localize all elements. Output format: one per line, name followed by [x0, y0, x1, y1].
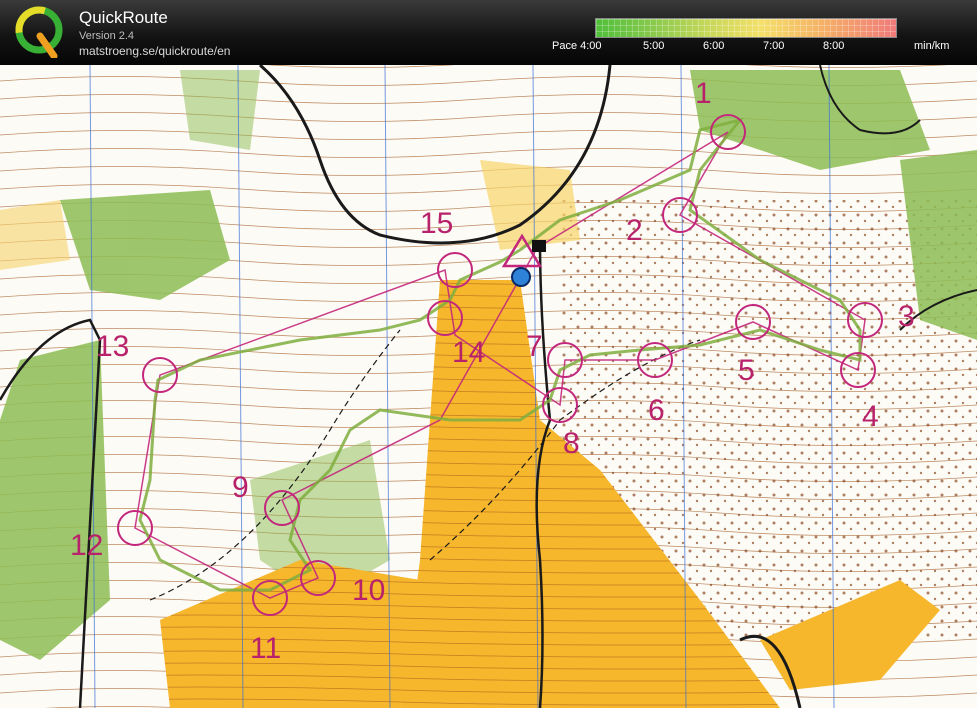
app-title: QuickRoute [79, 8, 168, 27]
control-number-5: 5 [738, 354, 755, 387]
pace-label-6: 6:00 [703, 40, 725, 52]
control-number-3: 3 [898, 300, 915, 333]
quickroute-q-logo-icon [15, 6, 63, 58]
control-number-14: 14 [452, 336, 485, 369]
pace-label-start: Pace 4:00 [552, 40, 602, 52]
control-number-7: 7 [526, 330, 543, 363]
control-number-15: 15 [420, 207, 453, 240]
control-number-9: 9 [232, 471, 249, 504]
control-number-13: 13 [96, 330, 129, 363]
app-version: Version 2.4 [79, 30, 135, 42]
control-number-1: 1 [695, 77, 712, 110]
map-canvas[interactable]: 1 2 3 4 5 6 7 8 9 10 11 12 13 14 15 [0, 65, 977, 708]
pace-unit: min/km [914, 40, 950, 52]
app-url-link[interactable]: matstroeng.se/quickroute/en [79, 44, 230, 58]
control-number-10: 10 [352, 574, 385, 607]
pace-label-5: 5:00 [643, 40, 665, 52]
control-number-12: 12 [70, 529, 103, 562]
water-feature-icon [511, 267, 531, 287]
orienteering-map[interactable]: 1 2 3 4 5 6 7 8 9 10 11 12 13 14 15 [0, 65, 977, 708]
app-header: QuickRoute Version 2.4 matstroeng.se/qui… [0, 0, 977, 65]
control-number-6: 6 [648, 394, 665, 427]
pace-label-8: 8:00 [823, 40, 845, 52]
control-number-4: 4 [862, 400, 879, 433]
pace-label-7: 7:00 [763, 40, 785, 52]
control-number-8: 8 [563, 427, 580, 460]
control-number-2: 2 [626, 214, 643, 247]
building-icon [532, 240, 546, 252]
control-number-11: 11 [250, 632, 281, 665]
pace-color-scale [595, 18, 897, 38]
